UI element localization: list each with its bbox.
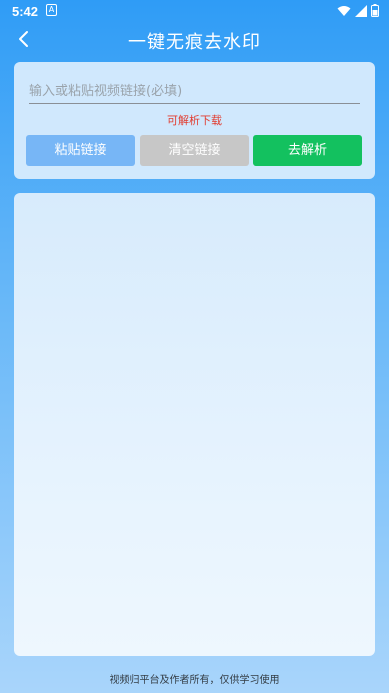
paste-link-button[interactable]: 粘贴链接	[26, 135, 135, 166]
wifi-icon	[337, 5, 351, 16]
clear-link-button[interactable]: 清空链接	[140, 135, 249, 166]
status-bar: 5:42 A	[0, 0, 389, 24]
input-card: 可解析下载 粘贴链接 清空链接 去解析	[14, 62, 375, 179]
app-bar: 一键无痕去水印	[0, 24, 389, 54]
footer-note: 视频归平台及作者所有，仅供学习使用	[109, 675, 280, 686]
status-icons	[337, 4, 379, 17]
video-url-input[interactable]	[29, 80, 360, 104]
parse-button[interactable]: 去解析	[253, 135, 362, 166]
notification-icon: A	[46, 4, 57, 16]
parse-hint: 可解析下载	[167, 114, 222, 127]
battery-icon	[371, 4, 379, 17]
signal-icon	[355, 4, 367, 17]
result-panel	[14, 193, 375, 656]
page-title: 一键无痕去水印	[128, 32, 261, 53]
status-time: 5:42	[12, 4, 39, 19]
